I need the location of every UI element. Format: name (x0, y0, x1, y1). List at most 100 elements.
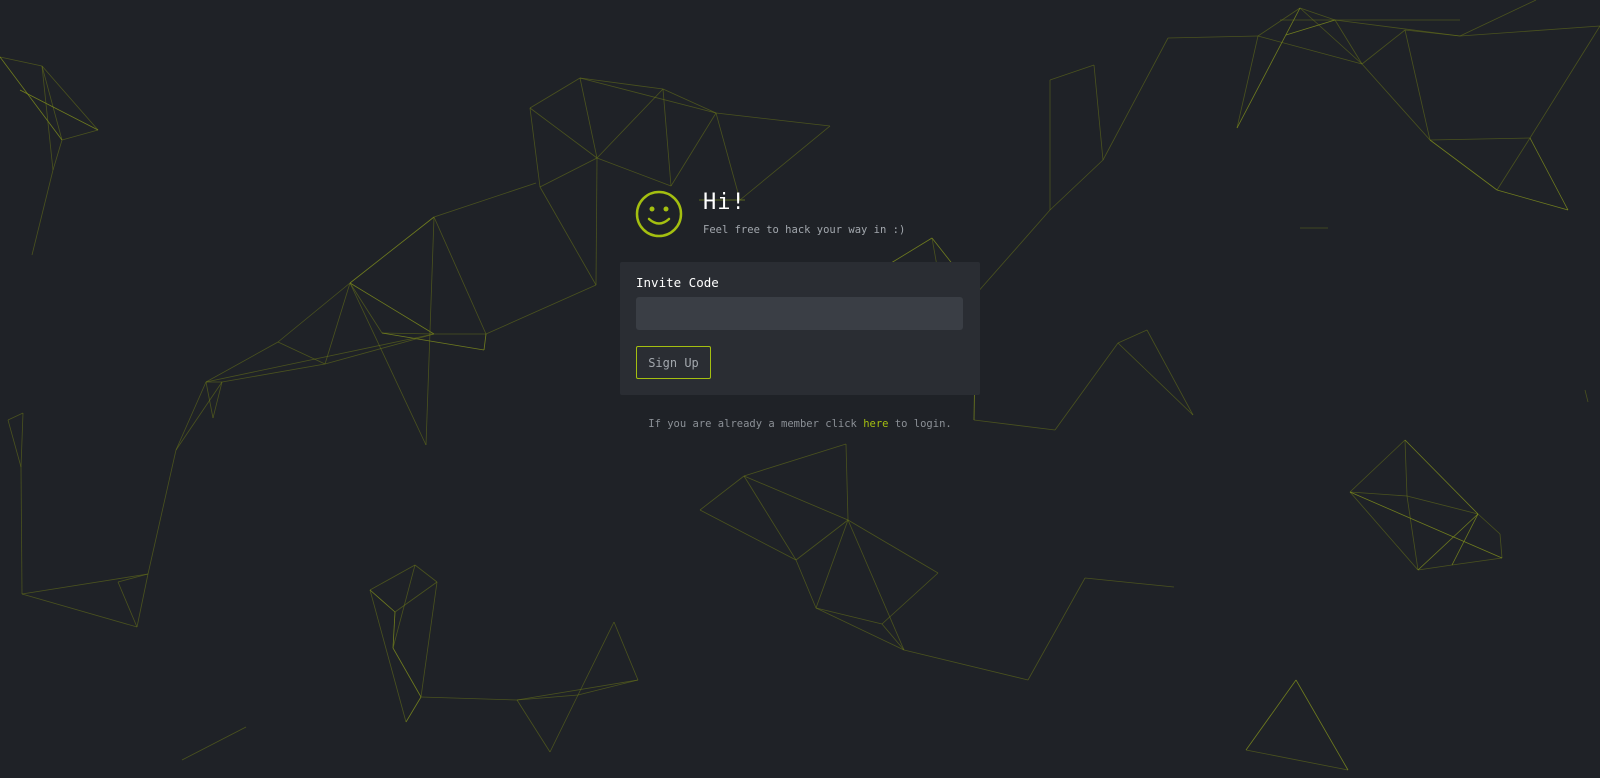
network-line (881, 623, 905, 651)
network-line (369, 589, 407, 723)
network-line (1334, 19, 1363, 65)
network-line (1349, 491, 1503, 559)
network-line (1117, 329, 1148, 344)
network-line (369, 589, 396, 613)
network-line (1496, 137, 1531, 191)
network-line (117, 581, 138, 628)
network-line (670, 112, 717, 187)
signup-panel: Hi! Feel free to hack your way in :) Inv… (620, 187, 980, 430)
login-hint-prefix: If you are already a member click (648, 418, 864, 430)
network-line (1459, 0, 1537, 37)
network-line (795, 559, 817, 609)
network-line (7, 419, 22, 468)
network-line (394, 581, 438, 613)
network-line (483, 333, 487, 351)
network-line (1236, 35, 1259, 129)
network-line (20, 466, 23, 595)
sign-up-button[interactable]: Sign Up (636, 346, 711, 379)
login-link[interactable]: here (863, 418, 888, 430)
network-line (1093, 64, 1104, 161)
network-line (975, 209, 1051, 295)
network-line (175, 381, 223, 451)
network-line (1404, 439, 1408, 497)
network-line (1349, 439, 1406, 493)
network-line (1404, 439, 1479, 515)
network-line (1299, 7, 1336, 21)
network-line (20, 412, 24, 468)
network-line (205, 333, 435, 383)
network-line (596, 157, 672, 187)
network-line (136, 573, 149, 628)
network-line (529, 107, 541, 188)
network-line (221, 363, 326, 383)
network-line (324, 282, 351, 365)
network-line (743, 475, 849, 521)
network-line (175, 381, 207, 451)
network-line (349, 282, 427, 446)
network-line (1429, 137, 1531, 141)
network-line (579, 77, 598, 159)
network-line (420, 581, 438, 698)
network-line (212, 381, 223, 419)
page-subtitle: Feel free to hack your way in :) (703, 224, 906, 236)
network-line (795, 519, 849, 561)
network-line (847, 519, 905, 651)
invite-code-input[interactable] (636, 297, 963, 330)
network-line (529, 107, 598, 159)
network-line (1529, 25, 1600, 139)
login-hint-suffix: to login. (888, 418, 952, 430)
network-line (577, 621, 615, 696)
network-line (1054, 342, 1119, 431)
network-line (613, 621, 639, 681)
network-line (662, 88, 672, 187)
network-line (1117, 342, 1194, 416)
network-line (61, 129, 99, 141)
network-line (845, 443, 849, 521)
network-line (324, 333, 435, 365)
greeting-header: Hi! Feel free to hack your way in :) (620, 187, 980, 257)
network-line (1245, 749, 1349, 771)
network-line (381, 332, 435, 335)
network-line (19, 89, 99, 131)
smiley-face-icon (635, 190, 683, 238)
network-line (181, 726, 247, 761)
network-line (414, 564, 438, 583)
network-line (52, 139, 63, 171)
network-line (1236, 7, 1301, 129)
network-line (1451, 557, 1503, 566)
network-line (549, 694, 579, 753)
network-line (1257, 7, 1301, 37)
network-line (847, 519, 939, 574)
login-hint: If you are already a member click here t… (620, 418, 980, 430)
network-line (425, 216, 435, 446)
network-line (369, 564, 416, 591)
network-line (420, 696, 518, 701)
network-line (1429, 139, 1498, 191)
network-line (743, 475, 797, 561)
network-line (596, 88, 664, 159)
network-line (349, 216, 435, 284)
network-line (392, 564, 416, 649)
network-line (1102, 37, 1169, 161)
network-line (699, 475, 745, 511)
network-line (405, 696, 422, 723)
network-line (147, 449, 177, 575)
network-line (205, 341, 279, 383)
network-line (516, 679, 639, 701)
network-line (1167, 35, 1259, 39)
network-line (881, 572, 939, 625)
network-line (1361, 29, 1406, 65)
network-line (277, 341, 326, 365)
network-line (903, 649, 1029, 681)
network-line (1245, 679, 1297, 751)
network-line (1404, 29, 1431, 141)
network-line (1584, 389, 1589, 403)
network-line (539, 186, 597, 286)
network-line (41, 65, 54, 171)
network-line (1361, 63, 1431, 141)
invite-form-card: Invite Code Sign Up (620, 262, 980, 395)
network-line (1477, 513, 1501, 535)
network-line (21, 573, 149, 595)
network-line (0, 56, 63, 141)
network-line (973, 419, 1056, 431)
